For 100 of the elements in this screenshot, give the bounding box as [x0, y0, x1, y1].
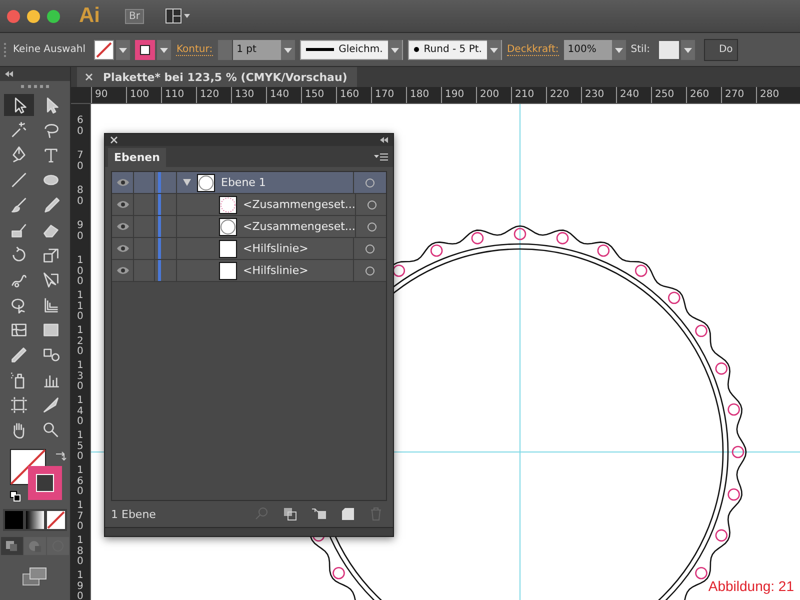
ruler-label: 130	[77, 361, 84, 394]
ruler-label: 90	[91, 87, 126, 103]
stroke-link[interactable]: Kontur:	[176, 44, 213, 56]
ruler-label: 190	[441, 87, 476, 103]
ruler-label: 80	[77, 186, 84, 208]
small-ring	[392, 264, 406, 277]
gradient-mode-button[interactable]	[26, 511, 44, 529]
panel-menu-icon[interactable]	[374, 153, 388, 161]
layer-count: 1 Ebene	[111, 508, 156, 520]
collapse-icon[interactable]	[380, 137, 388, 143]
ruler-label: 220	[546, 87, 581, 103]
collapse-icon[interactable]	[5, 71, 13, 77]
paintbrush-icon	[10, 196, 28, 214]
small-ring	[471, 232, 484, 244]
ruler-label: 180	[77, 536, 84, 569]
swap-arrows-icon[interactable]	[55, 451, 67, 463]
close-icon[interactable]	[85, 73, 93, 81]
opacity-field[interactable]: 100%	[564, 40, 626, 60]
color-mode-button[interactable]	[5, 511, 23, 529]
ruler-label: 180	[406, 87, 441, 103]
stroke-profile-dropdown[interactable]: Gleichm.	[300, 40, 403, 60]
ruler-label: 160	[336, 87, 371, 103]
eye-icon[interactable]	[116, 178, 130, 187]
search-icon	[42, 421, 60, 439]
expand-triangle-icon[interactable]	[183, 179, 191, 186]
letter-t-icon	[42, 146, 60, 164]
screen-mode-icon[interactable]	[22, 567, 48, 587]
free-transform-icon	[42, 271, 60, 289]
small-ring	[556, 232, 569, 244]
new-layer-icon[interactable]	[341, 507, 355, 521]
small-ring	[332, 566, 345, 580]
draw-normal-icon[interactable]	[1, 537, 23, 555]
pen-nib-icon	[10, 146, 28, 164]
layers-tab[interactable]: Ebenen	[108, 148, 166, 167]
ruler-label: 270	[721, 87, 756, 103]
eye-icon[interactable]	[116, 222, 130, 231]
ruler-label: 280	[756, 87, 791, 103]
eye-icon[interactable]	[116, 200, 130, 209]
blob-brush-icon	[10, 221, 28, 239]
blend-icon	[42, 346, 60, 364]
eye-icon[interactable]	[116, 244, 130, 253]
ruler-label: 140	[77, 396, 84, 429]
default-colors-icon[interactable]	[10, 491, 21, 502]
target-circle-icon[interactable]	[365, 266, 375, 276]
stroke-swatch[interactable]	[28, 466, 62, 500]
document-setup-button[interactable]: Do	[704, 38, 738, 60]
opacity-link[interactable]: Deckkraft:	[506, 44, 559, 56]
target-circle-icon[interactable]	[367, 200, 378, 210]
target-circle-icon[interactable]	[365, 244, 375, 254]
stroke-swatch-dropdown[interactable]	[135, 40, 172, 60]
small-ring	[715, 362, 728, 375]
small-ring	[634, 264, 648, 277]
ruler-label: 170	[371, 87, 406, 103]
ruler-label: 100	[77, 256, 84, 289]
stroke-weight-field[interactable]: 1 pt	[218, 40, 295, 60]
layer-row[interactable]: <Hilfslinie>	[112, 238, 386, 260]
layer-row[interactable]: <Zusammengeset...	[112, 216, 386, 238]
ruler-label: 110	[77, 291, 84, 324]
scale-icon	[42, 246, 60, 264]
window-layout-icon	[164, 8, 191, 24]
minimize-window-button[interactable]	[27, 10, 40, 22]
toolbar-grip[interactable]	[21, 85, 49, 91]
ruler-label: 60	[77, 116, 84, 138]
arrange-documents-button[interactable]	[164, 8, 191, 24]
small-ring	[728, 488, 740, 501]
fill-swatch-dropdown[interactable]	[94, 40, 130, 60]
gradient-square-icon	[42, 321, 60, 339]
ruler-label: 200	[476, 87, 511, 103]
ruler-label: 120	[77, 326, 84, 359]
style-dropdown[interactable]	[658, 40, 695, 60]
bridge-button[interactable]: Br	[125, 8, 144, 24]
ruler-label: 160	[77, 466, 84, 499]
layer-row[interactable]: Ebene 1	[112, 172, 386, 194]
close-window-button[interactable]	[7, 10, 20, 22]
target-circle-icon[interactable]	[365, 178, 375, 188]
layer-row[interactable]: <Hilfslinie>	[112, 260, 386, 282]
small-ring	[668, 292, 680, 304]
layer-row[interactable]: <Zusammengeset...	[112, 194, 386, 216]
brush-dropdown[interactable]: Rund - 5 Pt.	[408, 40, 502, 60]
layer-thumbnail	[197, 174, 215, 192]
none-mode-button[interactable]	[47, 511, 65, 529]
close-icon[interactable]	[110, 136, 118, 144]
layer-thumbnail	[219, 196, 237, 214]
selection-tool[interactable]	[4, 94, 34, 116]
layer-thumbnail	[219, 240, 237, 258]
ruler-label: 110	[161, 87, 196, 103]
figure-caption: Abbildung: 21	[708, 578, 794, 594]
eye-icon[interactable]	[116, 266, 130, 275]
new-sublayer-icon[interactable]	[311, 507, 327, 521]
layer-name: <Hilfslinie>	[243, 264, 308, 277]
panel-resize-grip[interactable]	[105, 527, 393, 536]
document-tab[interactable]: Plakette* bei 123,5 % (CMYK/Vorschau)	[77, 67, 358, 87]
ruler-label: 130	[231, 87, 266, 103]
ruler-label: 150	[77, 431, 84, 464]
zoom-window-button[interactable]	[47, 10, 60, 22]
ruler-label: 210	[511, 87, 546, 103]
control-bar-grip[interactable]	[4, 42, 8, 56]
layer-name: <Zusammengeset...	[243, 220, 356, 233]
clipping-mask-icon[interactable]	[283, 507, 297, 521]
target-circle-icon[interactable]	[367, 222, 378, 232]
